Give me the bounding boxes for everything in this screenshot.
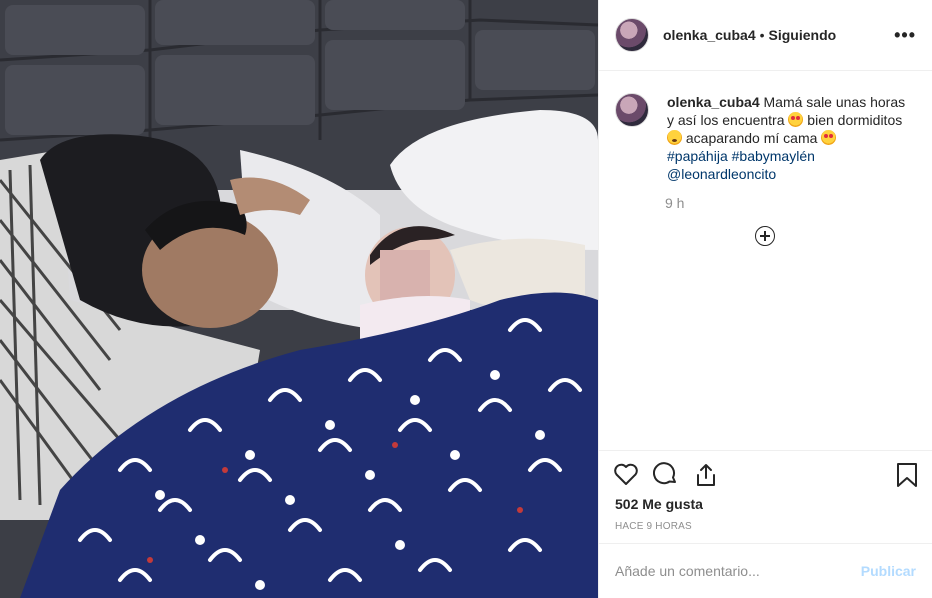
- instagram-post: olenka_cuba4 • Siguiendo ••• olenka_cuba…: [0, 0, 932, 598]
- caption-text: olenka_cuba4 Mamá sale unas horas y así …: [667, 93, 913, 183]
- add-comment-icon[interactable]: [755, 226, 775, 246]
- caption-username[interactable]: olenka_cuba4: [667, 94, 760, 110]
- heart-eyes-emoji-icon: [821, 130, 837, 145]
- follow-status-button[interactable]: Siguiendo: [769, 27, 837, 43]
- hashtag-link[interactable]: #papáhija: [667, 148, 728, 164]
- share-icon[interactable]: [694, 462, 718, 488]
- heart-icon[interactable]: [613, 462, 639, 486]
- post-sidebar: olenka_cuba4 • Siguiendo ••• olenka_cuba…: [598, 0, 932, 598]
- action-bar: [599, 450, 932, 499]
- comment-input[interactable]: Añade un comentario...: [615, 563, 861, 579]
- comment-icon[interactable]: [653, 462, 679, 486]
- header-username[interactable]: olenka_cuba4: [663, 27, 756, 43]
- mention-link[interactable]: @leonardleoncito: [667, 166, 776, 182]
- avatar[interactable]: [615, 18, 649, 52]
- comment-bar: Añade un comentario... Publicar: [599, 543, 932, 598]
- timestamp: HACE 9 HORAS: [615, 521, 692, 532]
- caption-line-2: bien dormiditos: [807, 112, 903, 128]
- caption-avatar[interactable]: [615, 93, 649, 127]
- caption-line-3: acaparando mí cama: [685, 130, 818, 146]
- post-photo[interactable]: [0, 0, 598, 598]
- publish-button[interactable]: Publicar: [861, 563, 916, 579]
- post-photo-image: [0, 0, 598, 598]
- header-separator: •: [759, 27, 765, 43]
- caption-time: 9 h: [665, 195, 685, 211]
- sleeping-emoji-icon: [667, 130, 682, 145]
- post-header: olenka_cuba4 • Siguiendo •••: [599, 0, 932, 71]
- heart-eyes-emoji-icon: [788, 112, 804, 127]
- more-icon[interactable]: •••: [894, 25, 916, 46]
- likes-count[interactable]: 502 Me gusta: [615, 496, 703, 512]
- caption: olenka_cuba4 Mamá sale unas horas y así …: [599, 71, 932, 183]
- hashtag-link[interactable]: #babymaylén: [732, 148, 815, 164]
- bookmark-icon[interactable]: [896, 462, 918, 488]
